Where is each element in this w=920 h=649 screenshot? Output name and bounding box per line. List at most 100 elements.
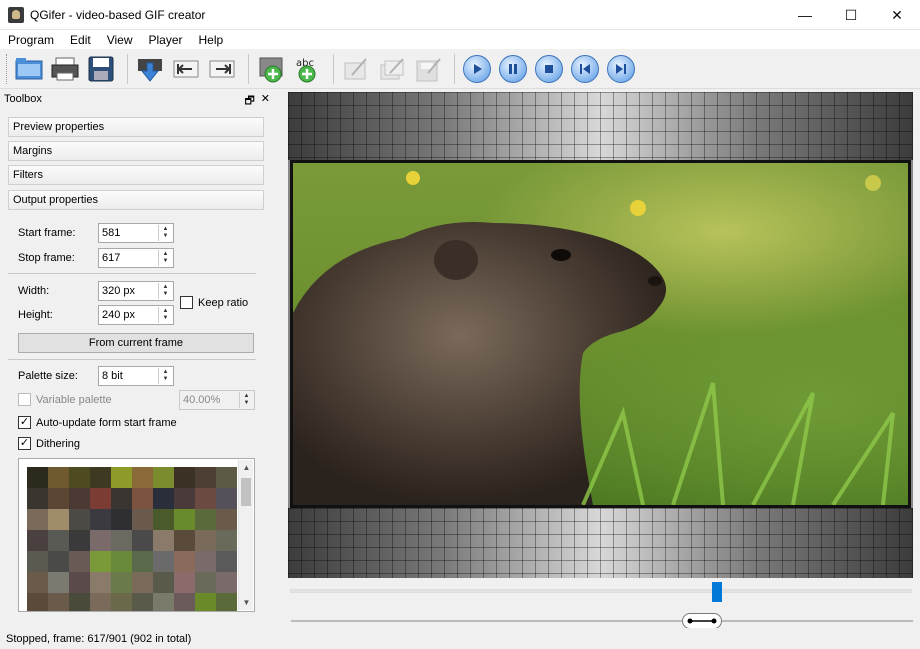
keep-ratio-checkbox[interactable]: Keep ratio	[180, 296, 248, 309]
minimize-button[interactable]: —	[782, 0, 828, 30]
toolbox-title: Toolbox	[4, 92, 42, 105]
palette-swatch	[132, 551, 153, 572]
transparent-margin-top	[288, 92, 913, 160]
palette-swatch	[27, 593, 48, 611]
width-spinbox[interactable]: 320 px ▲ ▼	[98, 281, 174, 301]
palette-swatch	[195, 467, 216, 488]
palette-swatch	[174, 509, 195, 530]
set-stop-button[interactable]	[206, 53, 238, 85]
palette-swatch	[48, 593, 69, 611]
palette-preview: ▲ ▼	[18, 458, 255, 612]
palette-swatch	[216, 551, 237, 572]
palette-size-value: 8 bit	[102, 370, 123, 382]
edit-disabled-button-3[interactable]	[412, 53, 444, 85]
spin-arrows-icon[interactable]: ▲ ▼	[239, 392, 253, 408]
set-start-icon	[173, 60, 199, 77]
menu-help[interactable]: Help	[191, 33, 232, 47]
scroll-down-icon[interactable]: ▼	[239, 595, 254, 610]
insert-frame-button[interactable]	[134, 53, 166, 85]
toolbar-grip[interactable]	[6, 53, 9, 84]
variable-palette-spinbox[interactable]: 40.00% ▲ ▼	[179, 390, 255, 410]
palette-swatch	[174, 530, 195, 551]
checkbox-box[interactable]	[18, 393, 31, 406]
status-bar: Stopped, frame: 617/901 (902 in total)	[0, 628, 920, 649]
spin-arrows-icon[interactable]: ▲ ▼	[158, 307, 172, 323]
video-viewer	[288, 92, 913, 578]
marmot-image	[293, 171, 895, 505]
float-panel-icon[interactable]: 🗗	[244, 92, 254, 111]
edit-disabled-button-2[interactable]	[376, 53, 408, 85]
scrollbar-thumb[interactable]	[241, 478, 251, 506]
height-spinbox[interactable]: 240 px ▲ ▼	[98, 305, 174, 325]
window-title: QGifer - video-based GIF creator	[30, 7, 206, 22]
checkbox-box[interactable]	[180, 296, 193, 309]
save-button[interactable]	[85, 53, 117, 85]
frame-position-slider[interactable]	[290, 582, 912, 602]
spin-arrows-icon[interactable]: ▲ ▼	[158, 283, 172, 299]
open-video-button[interactable]	[13, 53, 45, 85]
set-start-button[interactable]	[170, 53, 202, 85]
variable-palette-value: 40.00%	[183, 394, 221, 406]
range-slider[interactable]	[291, 613, 913, 629]
stop-button[interactable]	[533, 53, 565, 85]
palette-swatch	[69, 551, 90, 572]
palette-swatch	[111, 530, 132, 551]
palette-size-spinbox[interactable]: 8 bit ▲ ▼	[98, 366, 174, 386]
menu-player[interactable]: Player	[141, 33, 191, 47]
menu-edit[interactable]: Edit	[62, 33, 99, 47]
variable-palette-checkbox[interactable]: Variable palette	[18, 393, 112, 406]
edit-frames-icon	[380, 57, 404, 79]
maximize-button[interactable]: ☐	[828, 0, 874, 30]
next-frame-button[interactable]	[605, 53, 637, 85]
add-image-icon	[259, 57, 283, 82]
spin-arrows-icon[interactable]: ▲ ▼	[158, 250, 172, 266]
start-frame-spinbox[interactable]: 581 ▲ ▼	[98, 223, 174, 243]
width-value: 320 px	[102, 285, 136, 297]
stop-frame-spinbox[interactable]: 617 ▲ ▼	[98, 248, 174, 268]
video-frame[interactable]	[290, 160, 911, 508]
spin-arrows-icon[interactable]: ▲ ▼	[158, 225, 172, 241]
palette-swatch	[90, 551, 111, 572]
menu-view[interactable]: View	[99, 33, 141, 47]
edit-disabled-button-1[interactable]	[340, 53, 372, 85]
palette-swatch	[195, 530, 216, 551]
section-filters[interactable]: Filters	[8, 165, 264, 185]
palette-swatch	[153, 488, 174, 509]
section-output-properties[interactable]: Output properties	[8, 190, 264, 210]
palette-swatch	[132, 509, 153, 530]
palette-scrollbar[interactable]: ▲ ▼	[238, 460, 253, 610]
palette-swatch	[90, 509, 111, 530]
palette-swatch	[153, 509, 174, 530]
palette-swatch	[111, 509, 132, 530]
height-value: 240 px	[102, 309, 136, 321]
menu-program[interactable]: Program	[0, 33, 62, 47]
previous-frame-button[interactable]	[569, 53, 601, 85]
auto-update-checkbox[interactable]: ✓ Auto-update form start frame	[18, 416, 177, 429]
frame-position-handle[interactable]	[712, 582, 723, 602]
palette-swatch	[90, 572, 111, 593]
section-preview-properties[interactable]: Preview properties	[8, 117, 264, 137]
spin-arrows-icon[interactable]: ▲ ▼	[158, 368, 172, 384]
palette-swatch	[90, 530, 111, 551]
add-object-button[interactable]	[255, 53, 287, 85]
extract-button[interactable]	[49, 53, 81, 85]
auto-update-label: Auto-update form start frame	[36, 416, 177, 429]
section-margins[interactable]: Margins	[8, 141, 264, 161]
close-panel-icon[interactable]: ✕	[261, 92, 270, 111]
palette-swatch	[132, 572, 153, 593]
range-slider-knob[interactable]	[681, 613, 722, 629]
dithering-checkbox[interactable]: ✓ Dithering	[18, 437, 80, 450]
checkbox-box[interactable]: ✓	[18, 416, 31, 429]
play-button[interactable]	[461, 53, 493, 85]
scroll-up-icon[interactable]: ▲	[239, 460, 254, 475]
start-frame-label: Start frame:	[18, 227, 76, 239]
toolbar-separator	[454, 53, 455, 84]
palette-swatch	[111, 593, 132, 611]
checkbox-box[interactable]: ✓	[18, 437, 31, 450]
play-icon	[474, 63, 482, 74]
pause-button[interactable]	[497, 53, 529, 85]
add-text-button[interactable]: abc	[291, 53, 323, 85]
palette-grid	[27, 467, 237, 611]
from-current-frame-button[interactable]: From current frame	[18, 333, 254, 353]
close-button[interactable]: ✕	[874, 0, 920, 30]
